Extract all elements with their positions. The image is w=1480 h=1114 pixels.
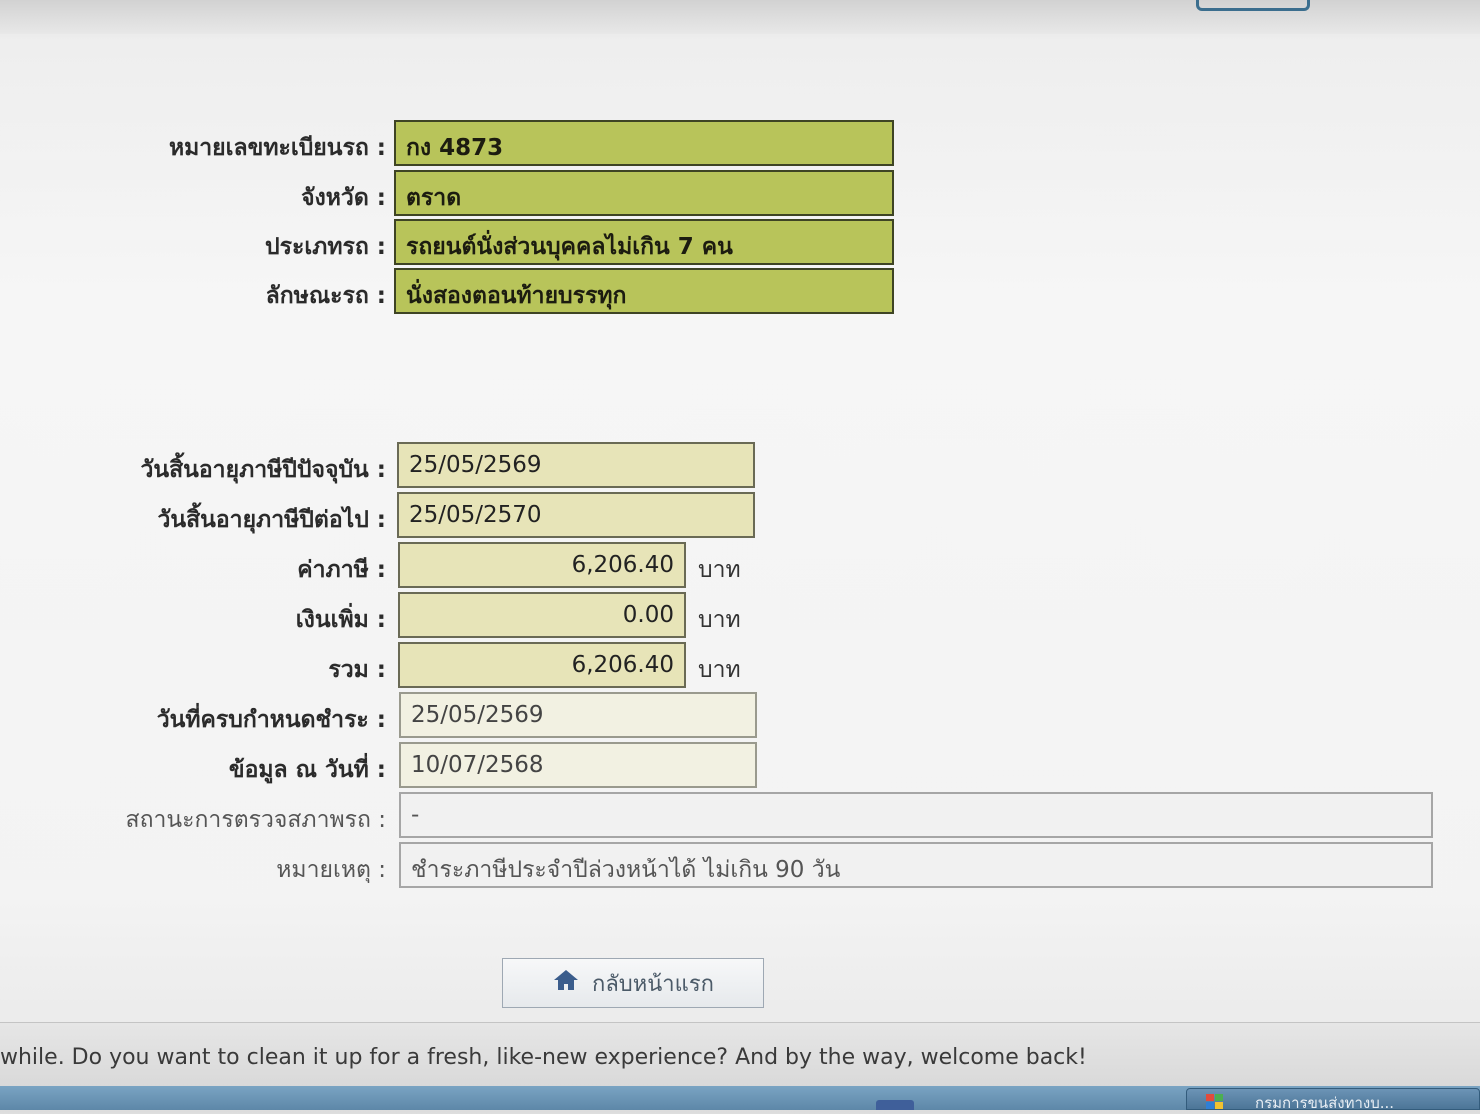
remark-row: หมายเหตุ : ชำระภาษีประจำปีล่วงหน้าได้ ไม…: [0, 842, 1480, 888]
total-label: รวม :: [328, 657, 386, 683]
current-expiry-value: 25/05/2569: [397, 442, 755, 488]
browser-window-icon: [1206, 1094, 1224, 1110]
due-row: วันที่ครบกำหนดชำระ : 25/05/2569: [0, 692, 1480, 738]
fee-row: ค่าภาษี : 6,206.40 บาท: [0, 542, 1480, 588]
asof-date-label: ข้อมูล ณ วันที่ :: [228, 757, 386, 783]
remark-label: หมายเหตุ :: [276, 857, 386, 883]
vehicle-type-label: ประเภทรถ :: [265, 234, 386, 260]
notification-text: while. Do you want to clean it up for a …: [0, 1045, 1087, 1070]
inspection-status-value: -: [399, 792, 1433, 838]
current-expiry-row: วันสิ้นอายุภาษีปีปัจจุบัน : 25/05/2569: [0, 442, 1480, 488]
due-date-label: วันที่ครบกำหนดชำระ :: [156, 707, 386, 733]
vehicle-style-value: นั่งสองตอนท้ายบรรทุก: [394, 268, 894, 314]
inspection-status-label: สถานะการตรวจสภาพรถ :: [125, 807, 386, 833]
province-row: จังหวัด : ตราด: [0, 170, 1480, 216]
total-unit: บาท: [698, 657, 741, 683]
province-label: จังหวัด :: [301, 185, 386, 211]
province-value: ตราด: [394, 170, 894, 216]
plate-label: หมายเลขทะเบียนรถ :: [168, 135, 386, 161]
remark-value: ชำระภาษีประจำปีล่วงหน้าได้ ไม่เกิน 90 วั…: [399, 842, 1433, 888]
top-tab-button[interactable]: [1196, 0, 1310, 11]
type-row: ประเภทรถ : รถยนต์นั่งส่วนบุคคลไม่เกิน 7 …: [0, 219, 1480, 265]
asof-date-value: 10/07/2568: [399, 742, 757, 788]
next-expiry-row: วันสิ้นอายุภาษีปีต่อไป : 25/05/2570: [0, 492, 1480, 538]
tax-fee-value: 6,206.40: [398, 542, 686, 588]
taskbar-window-button[interactable]: กรมการขนส่งทางบ...: [1186, 1088, 1480, 1110]
style-row: ลักษณะรถ : นั่งสองตอนท้ายบรรทุก: [0, 268, 1480, 314]
total-row: รวม : 6,206.40 บาท: [0, 642, 1480, 688]
surcharge-unit: บาท: [698, 607, 741, 633]
tax-fee-unit: บาท: [698, 557, 741, 583]
vehicle-type-value: รถยนต์นั่งส่วนบุคคลไม่เกิน 7 คน: [394, 219, 894, 265]
home-icon: [552, 968, 580, 998]
surcharge-value: 0.00: [398, 592, 686, 638]
inspection-row: สถานะการตรวจสภาพรถ : -: [0, 792, 1480, 838]
asof-row: ข้อมูล ณ วันที่ : 10/07/2568: [0, 742, 1480, 788]
plate-row: หมายเลขทะเบียนรถ : กง 4873: [0, 120, 1480, 166]
total-value: 6,206.40: [398, 642, 686, 688]
vehicle-style-label: ลักษณะรถ :: [265, 283, 386, 309]
taskbar-window-label: กรมการขนส่งทางบ...: [1255, 1094, 1395, 1110]
due-date-value: 25/05/2569: [399, 692, 757, 738]
tax-fee-label: ค่าภาษี :: [297, 557, 386, 583]
current-expiry-label: วันสิ้นอายุภาษีปีปัจจุบัน :: [140, 457, 386, 483]
back-to-home-label: กลับหน้าแรก: [592, 971, 714, 997]
surcharge-row: เงินเพิ่ม : 0.00 บาท: [0, 592, 1480, 638]
next-expiry-label: วันสิ้นอายุภาษีปีต่อไป :: [157, 507, 386, 533]
plate-value: กง 4873: [394, 120, 894, 166]
next-expiry-value: 25/05/2570: [397, 492, 755, 538]
notification-bar: while. Do you want to clean it up for a …: [0, 1022, 1480, 1087]
taskbar-small-item[interactable]: [876, 1100, 914, 1110]
surcharge-label: เงินเพิ่ม :: [295, 607, 386, 633]
back-to-home-button[interactable]: กลับหน้าแรก: [502, 958, 764, 1008]
